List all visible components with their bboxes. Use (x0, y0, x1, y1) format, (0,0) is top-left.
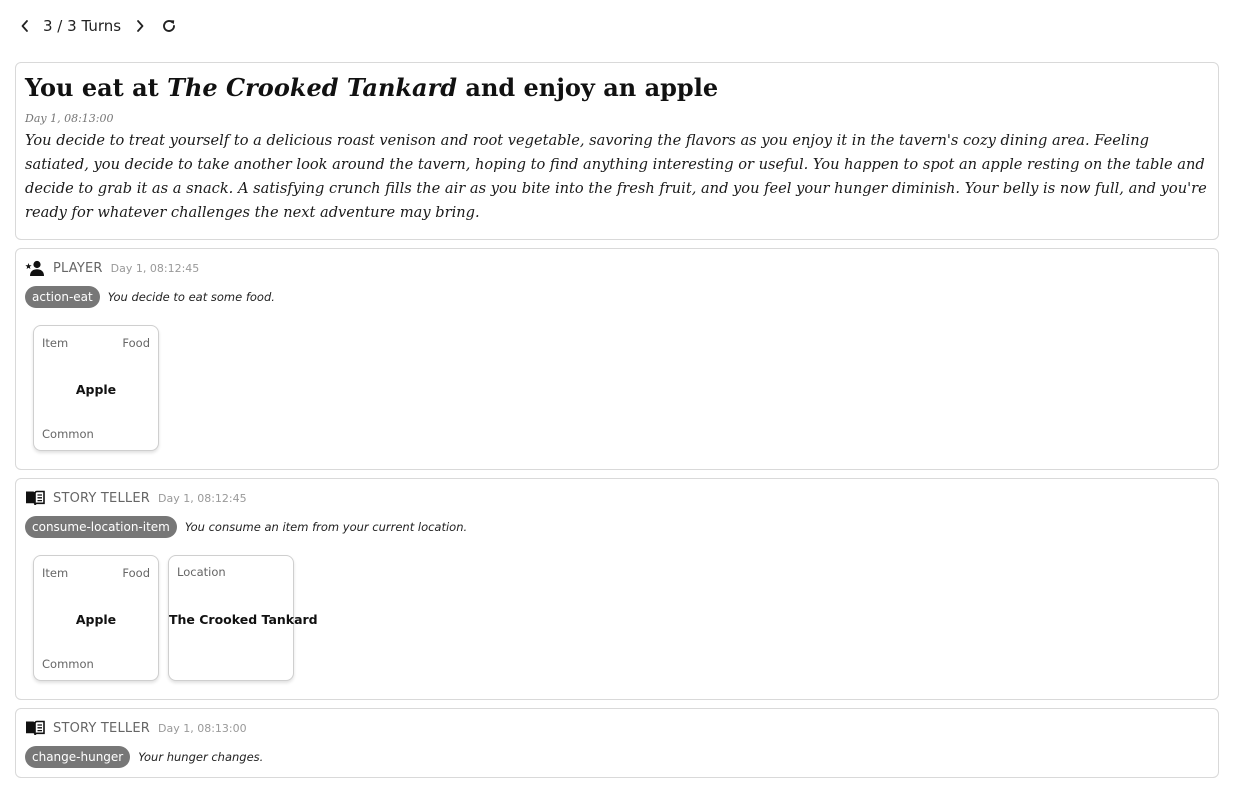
chevron-right-icon (137, 20, 144, 32)
tile-type: Item (42, 566, 69, 580)
item-card[interactable]: Item Food Apple Common (33, 555, 159, 681)
event-card-player: PLAYER Day 1, 08:12:45 action-eat You de… (15, 248, 1219, 470)
event-timestamp: Day 1, 08:12:45 (110, 261, 200, 275)
book-icon (25, 719, 45, 737)
action-tag: change-hunger (25, 746, 131, 768)
turn-title-suffix: and enjoy an apple (457, 73, 719, 102)
book-icon (25, 489, 45, 507)
turn-title: You eat at The Crooked Tankard and enjoy… (25, 73, 1209, 103)
refresh-button[interactable] (159, 12, 179, 40)
event-description: You decide to eat some food. (107, 290, 275, 304)
tile-type: Location (177, 565, 226, 579)
tile-type: Item (42, 336, 69, 350)
action-tag: consume-location-item (25, 516, 177, 538)
turn-narrative: You decide to treat yourself to a delici… (25, 132, 1207, 221)
event-description: Your hunger changes. (138, 750, 264, 764)
tile-name: The Crooked Tankard (169, 612, 318, 627)
event-card-storyteller: STORY TELLER Day 1, 08:13:00 change-hung… (15, 708, 1219, 778)
turn-title-place: The Crooked Tankard (167, 73, 458, 102)
turn-summary-card: You eat at The Crooked Tankard and enjoy… (15, 62, 1219, 240)
event-role: STORY TELLER (53, 490, 150, 506)
turn-navigator: 3 / 3 Turns (16, 12, 179, 40)
person-star-icon (25, 259, 45, 277)
prev-turn-button[interactable] (16, 12, 34, 40)
location-card[interactable]: Location The Crooked Tankard (168, 555, 318, 681)
tile-rarity: Common (42, 427, 94, 441)
chevron-left-icon (21, 20, 28, 32)
event-role: PLAYER (53, 260, 103, 276)
event-role: STORY TELLER (53, 720, 150, 736)
turn-counter: 3 / 3 Turns (43, 17, 122, 35)
tile-name: Apple (75, 382, 117, 397)
tile-category: Food (122, 336, 150, 350)
tile-name: Apple (75, 612, 117, 627)
action-tag: action-eat (25, 286, 100, 308)
item-card[interactable]: Item Food Apple Common (33, 325, 159, 451)
next-turn-button[interactable] (131, 12, 149, 40)
turn-title-prefix: You eat at (25, 73, 168, 102)
refresh-icon (163, 20, 176, 32)
event-timestamp: Day 1, 08:12:45 (158, 491, 247, 505)
event-description: You consume an item from your current lo… (184, 520, 468, 534)
event-timestamp: Day 1, 08:13:00 (158, 721, 247, 735)
tile-category: Food (122, 566, 150, 580)
tile-rarity: Common (42, 657, 94, 671)
event-card-storyteller: STORY TELLER Day 1, 08:12:45 consume-loc… (15, 478, 1219, 700)
turn-timestamp: Day 1, 08:13:00 (25, 112, 114, 125)
